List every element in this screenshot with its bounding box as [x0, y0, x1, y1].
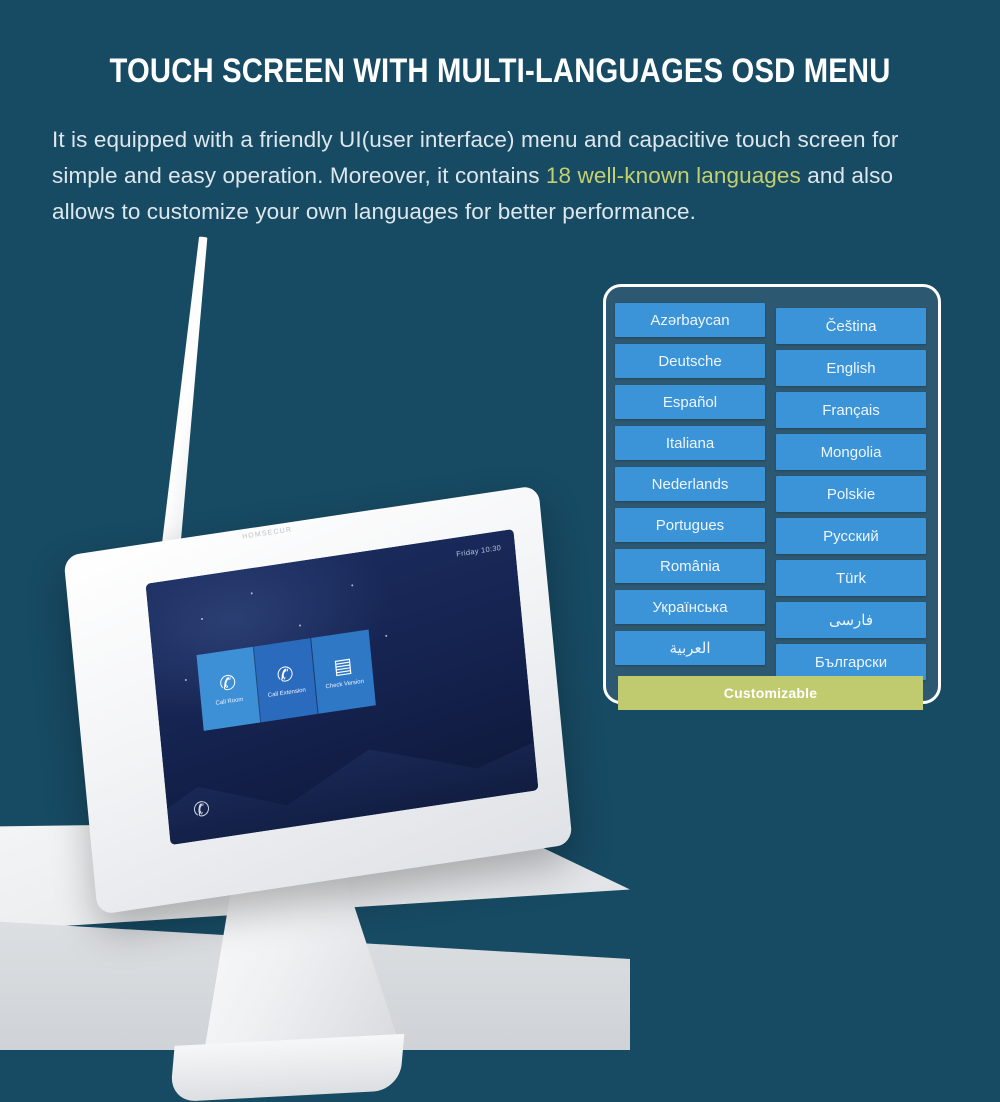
language-item-romania[interactable]: România — [615, 549, 765, 583]
language-item-francais[interactable]: Français — [776, 392, 926, 428]
device-touch-screen[interactable]: Friday 10:30 ✆ Call Room ✆ Call Extensio… — [145, 528, 539, 846]
language-column-right: Čeština English Français Mongolia Polski… — [776, 308, 926, 686]
description-highlight: 18 well-known languages — [545, 163, 801, 188]
language-item-portugues[interactable]: Portugues — [615, 508, 765, 542]
language-item-farsi[interactable]: فارسی — [776, 602, 926, 638]
language-item-arabic[interactable]: العربية — [615, 631, 765, 665]
screen-tile-row: ✆ Call Room ✆ Call Extension ▤ Check Ver… — [196, 629, 376, 731]
tile-label: Call Extension — [267, 686, 307, 699]
tile-label: Check Version — [325, 678, 365, 690]
tile-label: Call Room — [215, 696, 244, 707]
language-item-mongolia[interactable]: Mongolia — [776, 434, 926, 470]
language-item-cestina[interactable]: Čeština — [776, 308, 926, 344]
door-lock-icon: ▤ — [332, 653, 354, 679]
language-item-english[interactable]: English — [776, 350, 926, 386]
language-item-deutsche[interactable]: Deutsche — [615, 344, 765, 378]
phone-ringing-icon: ✆ — [218, 671, 238, 696]
page-title: TOUCH SCREEN WITH MULTI-LANGUAGES OSD ME… — [109, 52, 891, 90]
phone-handset-icon: ✆ — [275, 662, 295, 687]
phone-handset-icon[interactable]: ✆ — [190, 795, 213, 825]
page-description: It is equipped with a friendly UI(user i… — [52, 122, 952, 230]
language-item-polskie[interactable]: Polskie — [776, 476, 926, 512]
language-item-bulgarski[interactable]: Български — [776, 644, 926, 680]
customizable-button[interactable]: Customizable — [618, 676, 923, 710]
language-item-ukrainska[interactable]: Українська — [615, 590, 765, 624]
indoor-monitor-device: HOMSECUR Friday 10:30 ✆ Call Room ✆ Call… — [60, 230, 580, 1102]
language-item-italiana[interactable]: Italiana — [615, 426, 765, 460]
language-item-espanol[interactable]: Español — [615, 385, 765, 419]
language-item-turk[interactable]: Türk — [776, 560, 926, 596]
language-item-azerbaycan[interactable]: Azərbaycan — [615, 303, 765, 337]
language-grid: Azərbaycan Deutsche Español Italiana Ned… — [615, 303, 929, 680]
tile-check-version[interactable]: ▤ Check Version — [311, 629, 376, 714]
screen-status-bar: Friday 10:30 — [455, 542, 502, 559]
language-item-russkiy[interactable]: Русский — [776, 518, 926, 554]
language-column-left: Azərbaycan Deutsche Español Italiana Ned… — [615, 303, 765, 672]
tile-call-extension[interactable]: ✆ Call Extension — [253, 638, 319, 723]
device-stand-base — [169, 1033, 405, 1102]
language-item-nederlands[interactable]: Nederlands — [615, 467, 765, 501]
tile-call-room[interactable]: ✆ Call Room — [196, 646, 262, 731]
